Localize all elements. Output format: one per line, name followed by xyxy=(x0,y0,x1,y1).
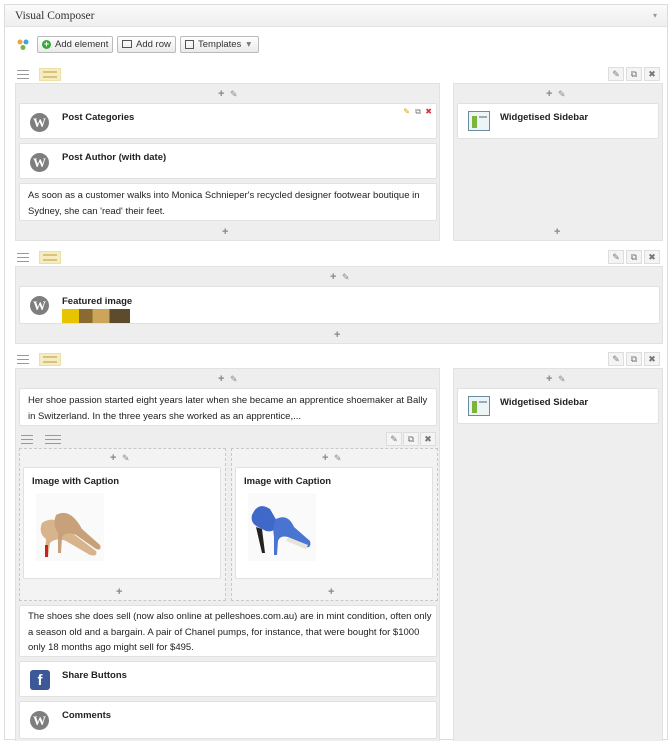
inner-row-drag-handle[interactable] xyxy=(19,434,35,445)
sidebar-widget-icon xyxy=(468,111,490,131)
row-drag-handle[interactable] xyxy=(15,69,31,80)
element-title: Image with Caption xyxy=(244,476,332,487)
wordpress-icon: W xyxy=(30,113,49,132)
row-copy-icon[interactable]: ⧉ xyxy=(626,67,642,81)
row-layout-button[interactable] xyxy=(39,353,61,366)
element-featured-image[interactable]: W Featured image xyxy=(19,286,660,324)
element-widgetised-sidebar[interactable]: Widgetised Sidebar xyxy=(457,388,659,424)
column-add-icon[interactable]: + xyxy=(110,452,116,464)
row-layout-button[interactable] xyxy=(39,251,61,264)
row-edit-icon[interactable]: ✎ xyxy=(608,67,624,81)
template-icon xyxy=(185,39,194,49)
element-title: Post Author (with date) xyxy=(62,152,167,163)
column-right: + ✎ Widgetised Sidebar + xyxy=(453,83,663,241)
row-icon xyxy=(122,40,132,49)
inner-row-copy-icon[interactable]: ⧉ xyxy=(403,432,419,446)
facebook-icon: f xyxy=(30,670,50,690)
row-layout-button[interactable] xyxy=(39,68,61,81)
column-add-icon[interactable]: + xyxy=(546,88,552,100)
sidebar-widget-icon xyxy=(468,396,490,416)
text-block-content: Her shoe passion started eight years lat… xyxy=(28,395,428,422)
row-edit-icon[interactable]: ✎ xyxy=(608,250,624,264)
inner-row-layout-button[interactable] xyxy=(43,434,63,445)
row-delete-icon[interactable]: ✖ xyxy=(644,352,660,366)
text-block-content: As soon as a customer walks into Monica … xyxy=(28,190,420,217)
element-title: Post Categories xyxy=(62,112,135,123)
edit-icon[interactable]: ✎ xyxy=(403,107,410,116)
column-edit-icon[interactable]: ✎ xyxy=(342,272,350,283)
featured-image-thumbnail xyxy=(62,309,130,323)
element-comments[interactable]: W Comments xyxy=(19,701,437,739)
element-title: Share Buttons xyxy=(62,670,127,681)
text-block-content: The shoes she does sell (now also online… xyxy=(28,611,432,653)
inner-row-edit-icon[interactable]: ✎ xyxy=(386,432,402,446)
wordpress-icon: W xyxy=(30,296,49,315)
column-edit-icon[interactable]: ✎ xyxy=(558,374,566,385)
add-element-icon[interactable]: + xyxy=(328,586,334,598)
row-delete-icon[interactable]: ✖ xyxy=(644,250,660,264)
panel-header[interactable]: Visual Composer ▾ xyxy=(5,5,667,27)
triangle-down-icon[interactable]: ▾ xyxy=(653,11,657,20)
column-edit-icon[interactable]: ✎ xyxy=(334,453,342,464)
element-title: Comments xyxy=(62,710,112,721)
add-element-button[interactable]: + Add element xyxy=(37,36,113,53)
element-title: Widgetised Sidebar xyxy=(500,397,589,408)
add-element-icon[interactable]: + xyxy=(554,226,560,238)
element-post-categories[interactable]: W Post Categories ✎ ⧉ ✖ xyxy=(19,103,437,139)
inner-column-right: + ✎ Image with Caption + xyxy=(231,448,438,601)
blue-heels-image xyxy=(248,493,316,561)
column-add-icon[interactable]: + xyxy=(546,373,552,385)
row-drag-handle[interactable] xyxy=(15,354,31,365)
element-image-with-caption[interactable]: Image with Caption xyxy=(235,467,433,579)
column-edit-icon[interactable]: ✎ xyxy=(558,89,566,100)
plus-green-icon: + xyxy=(42,38,51,49)
row-copy-icon[interactable]: ⧉ xyxy=(626,250,642,264)
column-add-icon[interactable]: + xyxy=(218,88,224,100)
panel-title: Visual Composer xyxy=(15,10,95,22)
element-text-block[interactable]: As soon as a customer walks into Monica … xyxy=(19,183,437,221)
templates-label: Templates xyxy=(198,39,242,50)
element-title: Widgetised Sidebar xyxy=(500,112,589,123)
column-full: + ✎ W Featured image + xyxy=(15,266,663,344)
chevron-down-icon: ▾ xyxy=(246,39,252,50)
element-image-with-caption[interactable]: Image with Caption xyxy=(23,467,221,579)
element-share-buttons[interactable]: f Share Buttons xyxy=(19,661,437,697)
vc-logo-icon xyxy=(17,39,29,50)
copy-icon[interactable]: ⧉ xyxy=(415,107,421,117)
add-element-icon[interactable]: + xyxy=(334,329,340,341)
column-add-icon[interactable]: + xyxy=(322,452,328,464)
add-element-icon[interactable]: + xyxy=(222,226,228,238)
nude-heels-image xyxy=(36,493,104,561)
add-element-icon[interactable]: + xyxy=(116,586,122,598)
column-left: + ✎ Her shoe passion started eight years… xyxy=(15,368,440,741)
row-edit-icon[interactable]: ✎ xyxy=(608,352,624,366)
inner-column-left: + ✎ Image with Caption + xyxy=(19,448,226,601)
column-add-icon[interactable]: + xyxy=(218,373,224,385)
wordpress-icon: W xyxy=(30,153,49,172)
element-title: Featured image xyxy=(62,296,133,307)
inner-row-delete-icon[interactable]: ✖ xyxy=(420,432,436,446)
row-copy-icon[interactable]: ⧉ xyxy=(626,352,642,366)
delete-icon[interactable]: ✖ xyxy=(425,107,432,116)
element-text-block[interactable]: The shoes she does sell (now also online… xyxy=(19,605,437,657)
element-title: Image with Caption xyxy=(32,476,120,487)
column-right: + ✎ Widgetised Sidebar xyxy=(453,368,663,741)
wordpress-icon: W xyxy=(30,711,49,730)
add-element-label: Add element xyxy=(55,39,109,50)
column-edit-icon[interactable]: ✎ xyxy=(230,89,238,100)
column-add-icon[interactable]: + xyxy=(330,271,336,283)
element-post-author[interactable]: W Post Author (with date) xyxy=(19,143,437,179)
visual-composer-panel: Visual Composer ▾ + Add element Add row T… xyxy=(4,4,668,741)
column-left: + ✎ W Post Categories ✎ ⧉ ✖ W Post Autho… xyxy=(15,83,440,241)
row-drag-handle[interactable] xyxy=(15,252,31,263)
column-edit-icon[interactable]: ✎ xyxy=(122,453,130,464)
add-row-button[interactable]: Add row xyxy=(117,36,176,53)
column-edit-icon[interactable]: ✎ xyxy=(230,374,238,385)
add-row-label: Add row xyxy=(136,39,171,50)
element-widgetised-sidebar[interactable]: Widgetised Sidebar xyxy=(457,103,659,139)
row-delete-icon[interactable]: ✖ xyxy=(644,67,660,81)
element-text-block[interactable]: Her shoe passion started eight years lat… xyxy=(19,388,437,426)
templates-button[interactable]: Templates ▾ xyxy=(180,36,259,53)
